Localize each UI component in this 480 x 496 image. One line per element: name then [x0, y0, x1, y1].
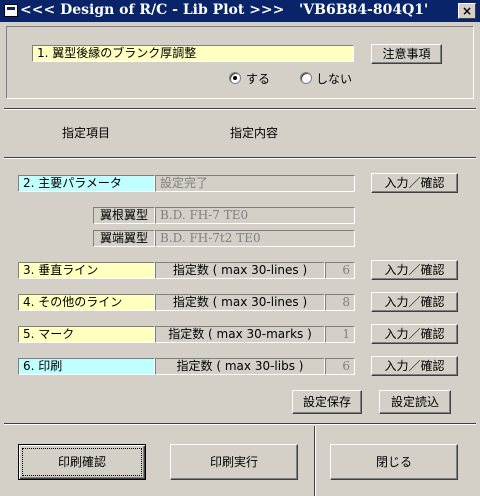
main-params-button[interactable]: 入力／確認 [371, 173, 458, 193]
print-spec: 指定数 ( max 30-libs ) [155, 358, 325, 375]
root-airfoil-value: B.D. FH-7 TE0 [155, 207, 355, 224]
save-settings-button[interactable]: 設定保存 [292, 390, 362, 414]
header-item: 指定項目 [62, 126, 111, 140]
divider-top [4, 108, 476, 110]
vertical-lines-spec: 指定数 ( max 30-lines ) [155, 262, 325, 279]
vertical-lines-label: 3. 垂直ライン [18, 262, 155, 279]
other-lines-count: 8 [325, 294, 355, 311]
marks-button[interactable]: 入力／確認 [371, 324, 458, 344]
divider-bottom [4, 423, 476, 425]
marks-spec: 指定数 ( max 30-marks ) [155, 326, 325, 343]
close-icon[interactable]: × [458, 3, 476, 19]
print-confirm-button[interactable]: 印刷確認 [18, 444, 146, 480]
close-button[interactable]: 閉じる [330, 444, 458, 480]
notes-button[interactable]: 注意事項 [371, 44, 442, 64]
marks-label: 5. マーク [18, 326, 155, 343]
main-params-label: 2. 主要パラメータ [18, 175, 155, 192]
radio-no-label[interactable]: しない [316, 70, 352, 87]
print-button[interactable]: 入力／確認 [371, 356, 458, 376]
marks-count: 1 [325, 326, 355, 343]
tip-airfoil-value: B.D. FH-7t2 TE0 [155, 230, 355, 247]
print-label: 6. 印刷 [18, 358, 155, 375]
other-lines-label: 4. その他のライン [18, 294, 155, 311]
divider-middle [4, 157, 476, 159]
radio-no[interactable] [300, 72, 312, 84]
root-airfoil-label: 翼根翼型 [93, 207, 155, 224]
other-lines-button[interactable]: 入力／確認 [371, 292, 458, 312]
vertical-lines-button[interactable]: 入力／確認 [371, 260, 458, 280]
header-content: 指定内容 [230, 126, 279, 140]
title-bar[interactable]: <<< Design of R/C - Lib Plot >>> 'VB6B84… [0, 0, 480, 22]
app-icon[interactable] [4, 4, 18, 17]
tip-airfoil-label: 翼端翼型 [93, 230, 155, 247]
other-lines-spec: 指定数 ( max 30-lines ) [155, 294, 325, 311]
footer-separator [314, 426, 316, 496]
main-params-status: 設定完了 [155, 175, 355, 192]
window-title: <<< Design of R/C - Lib Plot >>> 'VB6B84… [20, 2, 429, 18]
load-settings-button[interactable]: 設定読込 [379, 390, 451, 414]
vertical-lines-count: 6 [325, 262, 355, 279]
blank-thickness-label: 1. 翼型後縁のブランク厚調整 [32, 45, 354, 62]
print-run-button[interactable]: 印刷実行 [170, 444, 298, 480]
radio-yes-label[interactable]: する [246, 70, 270, 87]
radio-yes[interactable] [229, 72, 241, 84]
print-count: 6 [325, 358, 355, 375]
